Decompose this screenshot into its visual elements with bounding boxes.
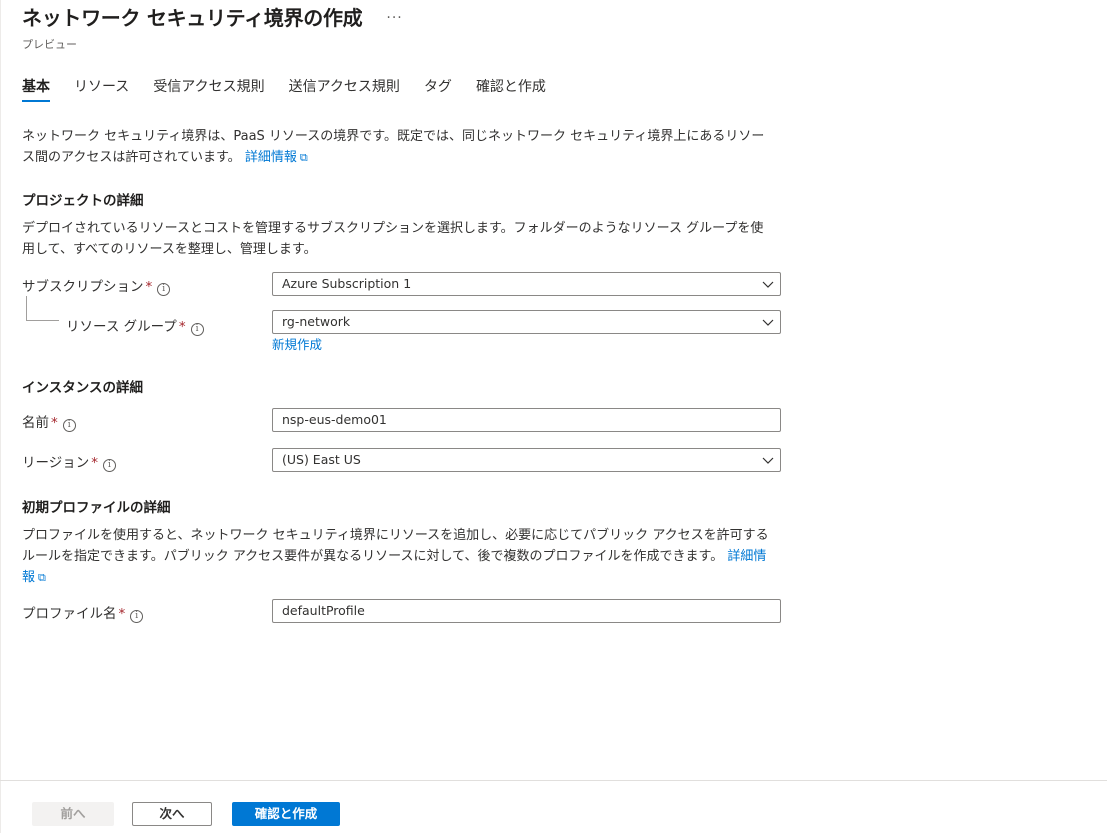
tab-basics[interactable]: 基本 bbox=[22, 74, 50, 102]
tab-tags[interactable]: タグ bbox=[424, 74, 452, 102]
chevron-down-icon bbox=[762, 457, 774, 464]
tree-connector-horizontal bbox=[26, 320, 59, 321]
profile-learn-more-link-cont[interactable]: 報 ⧉ bbox=[22, 570, 46, 585]
required-marker: * bbox=[51, 415, 58, 431]
info-icon[interactable]: i bbox=[190, 323, 204, 336]
next-button[interactable]: 次へ bbox=[132, 802, 212, 826]
page-title: ネットワーク セキュリティ境界の作成 bbox=[22, 6, 363, 30]
info-icon[interactable]: i bbox=[130, 610, 144, 623]
tab-bar: 基本 リソース 受信アクセス規則 送信アクセス規則 タグ 確認と作成 bbox=[22, 74, 570, 102]
name-label-text: 名前 bbox=[22, 415, 49, 431]
tab-review-create[interactable]: 確認と作成 bbox=[476, 74, 546, 102]
profile-name-value: defaultProfile bbox=[282, 603, 365, 618]
previous-button[interactable]: 前へ bbox=[32, 802, 114, 826]
profile-details-heading: 初期プロファイルの詳細 bbox=[22, 500, 171, 516]
profile-desc-line1: プロファイルを使用すると、ネットワーク セキュリティ境界にリソースを追加し、必要… bbox=[22, 528, 769, 543]
region-label-text: リージョン bbox=[22, 455, 90, 471]
learn-more-link-label: 詳細情報 bbox=[244, 150, 297, 165]
resource-group-dropdown[interactable]: rg-network bbox=[272, 310, 781, 334]
subscription-label: サブスクリプション * i bbox=[22, 275, 171, 296]
subscription-value: Azure Subscription 1 bbox=[282, 276, 412, 291]
required-marker: * bbox=[178, 319, 186, 335]
required-marker: * bbox=[145, 279, 153, 295]
required-marker: * bbox=[91, 455, 98, 471]
learn-more-link[interactable]: 詳細情報 ⧉ bbox=[245, 150, 308, 165]
left-border bbox=[0, 0, 1, 833]
title-row: ネットワーク セキュリティ境界の作成 ··· bbox=[22, 4, 403, 32]
tab-resources[interactable]: リソース bbox=[74, 74, 129, 102]
more-options-icon[interactable]: ··· bbox=[386, 8, 402, 28]
resource-group-label: リソース グループ * i bbox=[66, 315, 204, 336]
tree-connector-vertical bbox=[26, 296, 27, 320]
resource-group-value: rg-network bbox=[282, 314, 351, 329]
region-dropdown[interactable]: (US) East US bbox=[272, 448, 781, 472]
create-new-resource-group-link[interactable]: 新規作成 bbox=[272, 334, 322, 353]
tab-inbound-rules[interactable]: 受信アクセス規則 bbox=[153, 74, 264, 102]
project-desc-line1: デプロイされているリソースとコストを管理するサブスクリプションを選択します。フォ… bbox=[22, 221, 764, 236]
info-icon[interactable]: i bbox=[62, 419, 76, 432]
intro-description: ネットワーク セキュリティ境界は、PaaS リソースの境界です。既定では、同じネ… bbox=[22, 126, 782, 168]
intro-text-line2: ス間のアクセスは許可されています。 bbox=[22, 150, 241, 165]
page-header: ネットワーク セキュリティ境界の作成 ··· プレビュー bbox=[22, 4, 403, 52]
project-details-description: デプロイされているリソースとコストを管理するサブスクリプションを選択します。フォ… bbox=[22, 218, 782, 260]
name-input[interactable]: nsp-eus-demo01 bbox=[272, 408, 781, 432]
page-subtitle: プレビュー bbox=[22, 38, 77, 51]
intro-text-line1: ネットワーク セキュリティ境界は、PaaS リソースの境界です。既定では、同じネ… bbox=[22, 129, 765, 144]
review-create-button[interactable]: 確認と作成 bbox=[232, 802, 340, 826]
chevron-down-icon bbox=[762, 319, 774, 326]
region-label: リージョン * i bbox=[22, 451, 116, 472]
external-link-icon: ⧉ bbox=[38, 571, 46, 584]
profile-learn-more-link[interactable]: 詳細情 bbox=[727, 549, 766, 564]
project-desc-line2: 用して、すべてのリソースを整理し、管理します。 bbox=[22, 242, 317, 257]
profile-learn-more-link-label: 報 bbox=[22, 570, 36, 585]
external-link-icon: ⧉ bbox=[299, 151, 308, 164]
resource-group-label-text: リソース グループ bbox=[66, 319, 177, 335]
name-value: nsp-eus-demo01 bbox=[282, 412, 387, 427]
subscription-label-text: サブスクリプション bbox=[22, 279, 144, 295]
info-icon[interactable]: i bbox=[157, 283, 171, 296]
profile-name-label-text: プロファイル名 bbox=[22, 606, 117, 622]
profile-name-input[interactable]: defaultProfile bbox=[272, 599, 781, 623]
profile-details-description: プロファイルを使用すると、ネットワーク セキュリティ境界にリソースを追加し、必要… bbox=[22, 525, 782, 588]
profile-desc-line2: ルールを指定できます。パブリック アクセス要件が異なるリソースに対して、後で複数… bbox=[22, 549, 724, 564]
footer-divider bbox=[0, 780, 1107, 781]
chevron-down-icon bbox=[762, 281, 774, 288]
name-label: 名前 * i bbox=[22, 411, 76, 432]
region-value: (US) East US bbox=[282, 452, 361, 467]
instance-details-heading: インスタンスの詳細 bbox=[22, 380, 143, 396]
profile-name-label: プロファイル名 * i bbox=[22, 602, 144, 623]
required-marker: * bbox=[118, 606, 126, 622]
project-details-heading: プロジェクトの詳細 bbox=[22, 193, 144, 209]
tab-outbound-rules[interactable]: 送信アクセス規則 bbox=[289, 74, 400, 102]
info-icon[interactable]: i bbox=[102, 459, 116, 472]
subscription-dropdown[interactable]: Azure Subscription 1 bbox=[272, 272, 781, 296]
